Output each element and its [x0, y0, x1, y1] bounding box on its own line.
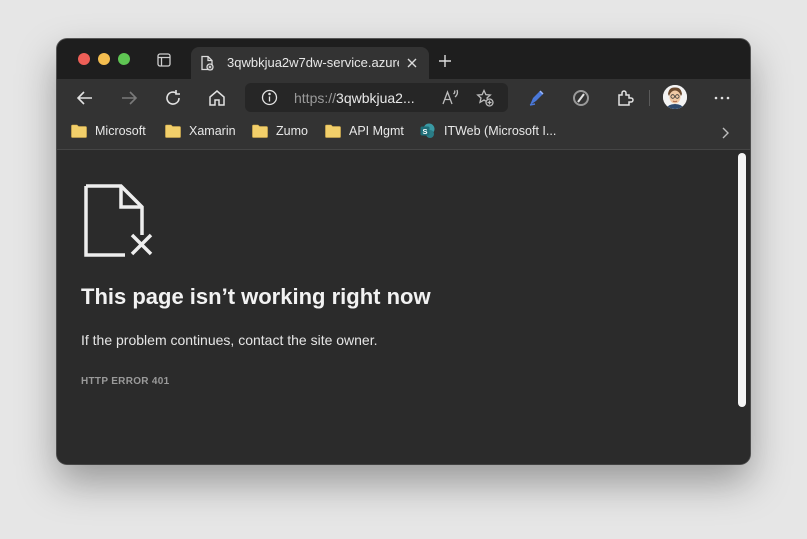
error-message: If the problem continues, contact the si…: [81, 332, 378, 348]
bookmark-itweb[interactable]: S ITWeb (Microsoft I...: [420, 123, 570, 141]
bookmark-label: ITWeb (Microsoft I...: [444, 124, 557, 138]
error-page-favicon-icon: [199, 55, 215, 71]
home-icon[interactable]: [207, 88, 227, 108]
window-maximize-button[interactable]: [118, 53, 130, 65]
back-icon[interactable]: [75, 88, 95, 108]
tab-title: 3qwbkjua2w7dw-service.azurewebsites.net: [227, 55, 399, 70]
refresh-icon[interactable]: [163, 88, 183, 108]
bookmark-xamarin[interactable]: Xamarin: [165, 123, 237, 141]
bookmark-label: Zumo: [276, 124, 308, 138]
browser-window: 3qwbkjua2w7dw-service.azurewebsites.net: [57, 39, 750, 464]
more-options-icon[interactable]: [712, 88, 732, 108]
error-code: HTTP ERROR 401: [81, 376, 170, 387]
forward-icon[interactable]: [119, 88, 139, 108]
tab-actions-icon[interactable]: [157, 53, 171, 67]
bookmarks-bar: Microsoft Xamarin Zumo API Mgmt S ITWeb …: [57, 117, 750, 150]
url-host: 3qwbkjua2...: [336, 90, 415, 106]
address-url[interactable]: https://3qwbkjua2...: [294, 90, 429, 107]
add-favorite-icon[interactable]: [476, 88, 494, 107]
profile-avatar[interactable]: [663, 85, 687, 109]
bookmark-microsoft[interactable]: Microsoft: [71, 123, 151, 141]
sharepoint-icon: S: [420, 123, 436, 138]
active-tab[interactable]: 3qwbkjua2w7dw-service.azurewebsites.net: [191, 47, 429, 79]
bookmark-zumo[interactable]: Zumo: [252, 123, 310, 141]
bookmark-label: API Mgmt: [349, 124, 404, 138]
window-close-button[interactable]: [78, 53, 90, 65]
extensions-icon[interactable]: [615, 88, 635, 108]
toolbar-separator: [649, 90, 650, 106]
new-tab-icon[interactable]: [437, 53, 453, 69]
folder-icon: [325, 124, 341, 138]
site-info-icon[interactable]: [261, 89, 278, 106]
bookmark-label: Xamarin: [189, 124, 236, 138]
folder-icon: [252, 124, 268, 138]
page-content: This page isn’t working right now If the…: [57, 150, 750, 464]
svg-text:S: S: [422, 127, 427, 136]
scrollbar-thumb[interactable]: [738, 153, 746, 407]
address-bar[interactable]: https://3qwbkjua2...: [245, 83, 508, 112]
folder-icon: [165, 124, 181, 138]
pen-extension-icon[interactable]: [527, 88, 547, 108]
more-bookmarks-chevron-icon[interactable]: [717, 125, 733, 141]
window-minimize-button[interactable]: [98, 53, 110, 65]
toolbar: https://3qwbkjua2...: [57, 79, 750, 117]
read-aloud-icon[interactable]: [441, 89, 459, 107]
tab-strip: 3qwbkjua2w7dw-service.azurewebsites.net: [57, 39, 750, 79]
cycle-extension-icon[interactable]: [571, 88, 591, 108]
url-scheme: https://: [294, 90, 337, 106]
folder-icon: [71, 124, 87, 138]
bookmark-api-mgmt[interactable]: API Mgmt: [325, 123, 407, 141]
tab-close-icon[interactable]: [404, 55, 420, 71]
bookmark-label: Microsoft: [95, 124, 146, 138]
error-title: This page isn’t working right now: [81, 284, 431, 309]
broken-page-icon: [83, 183, 155, 258]
